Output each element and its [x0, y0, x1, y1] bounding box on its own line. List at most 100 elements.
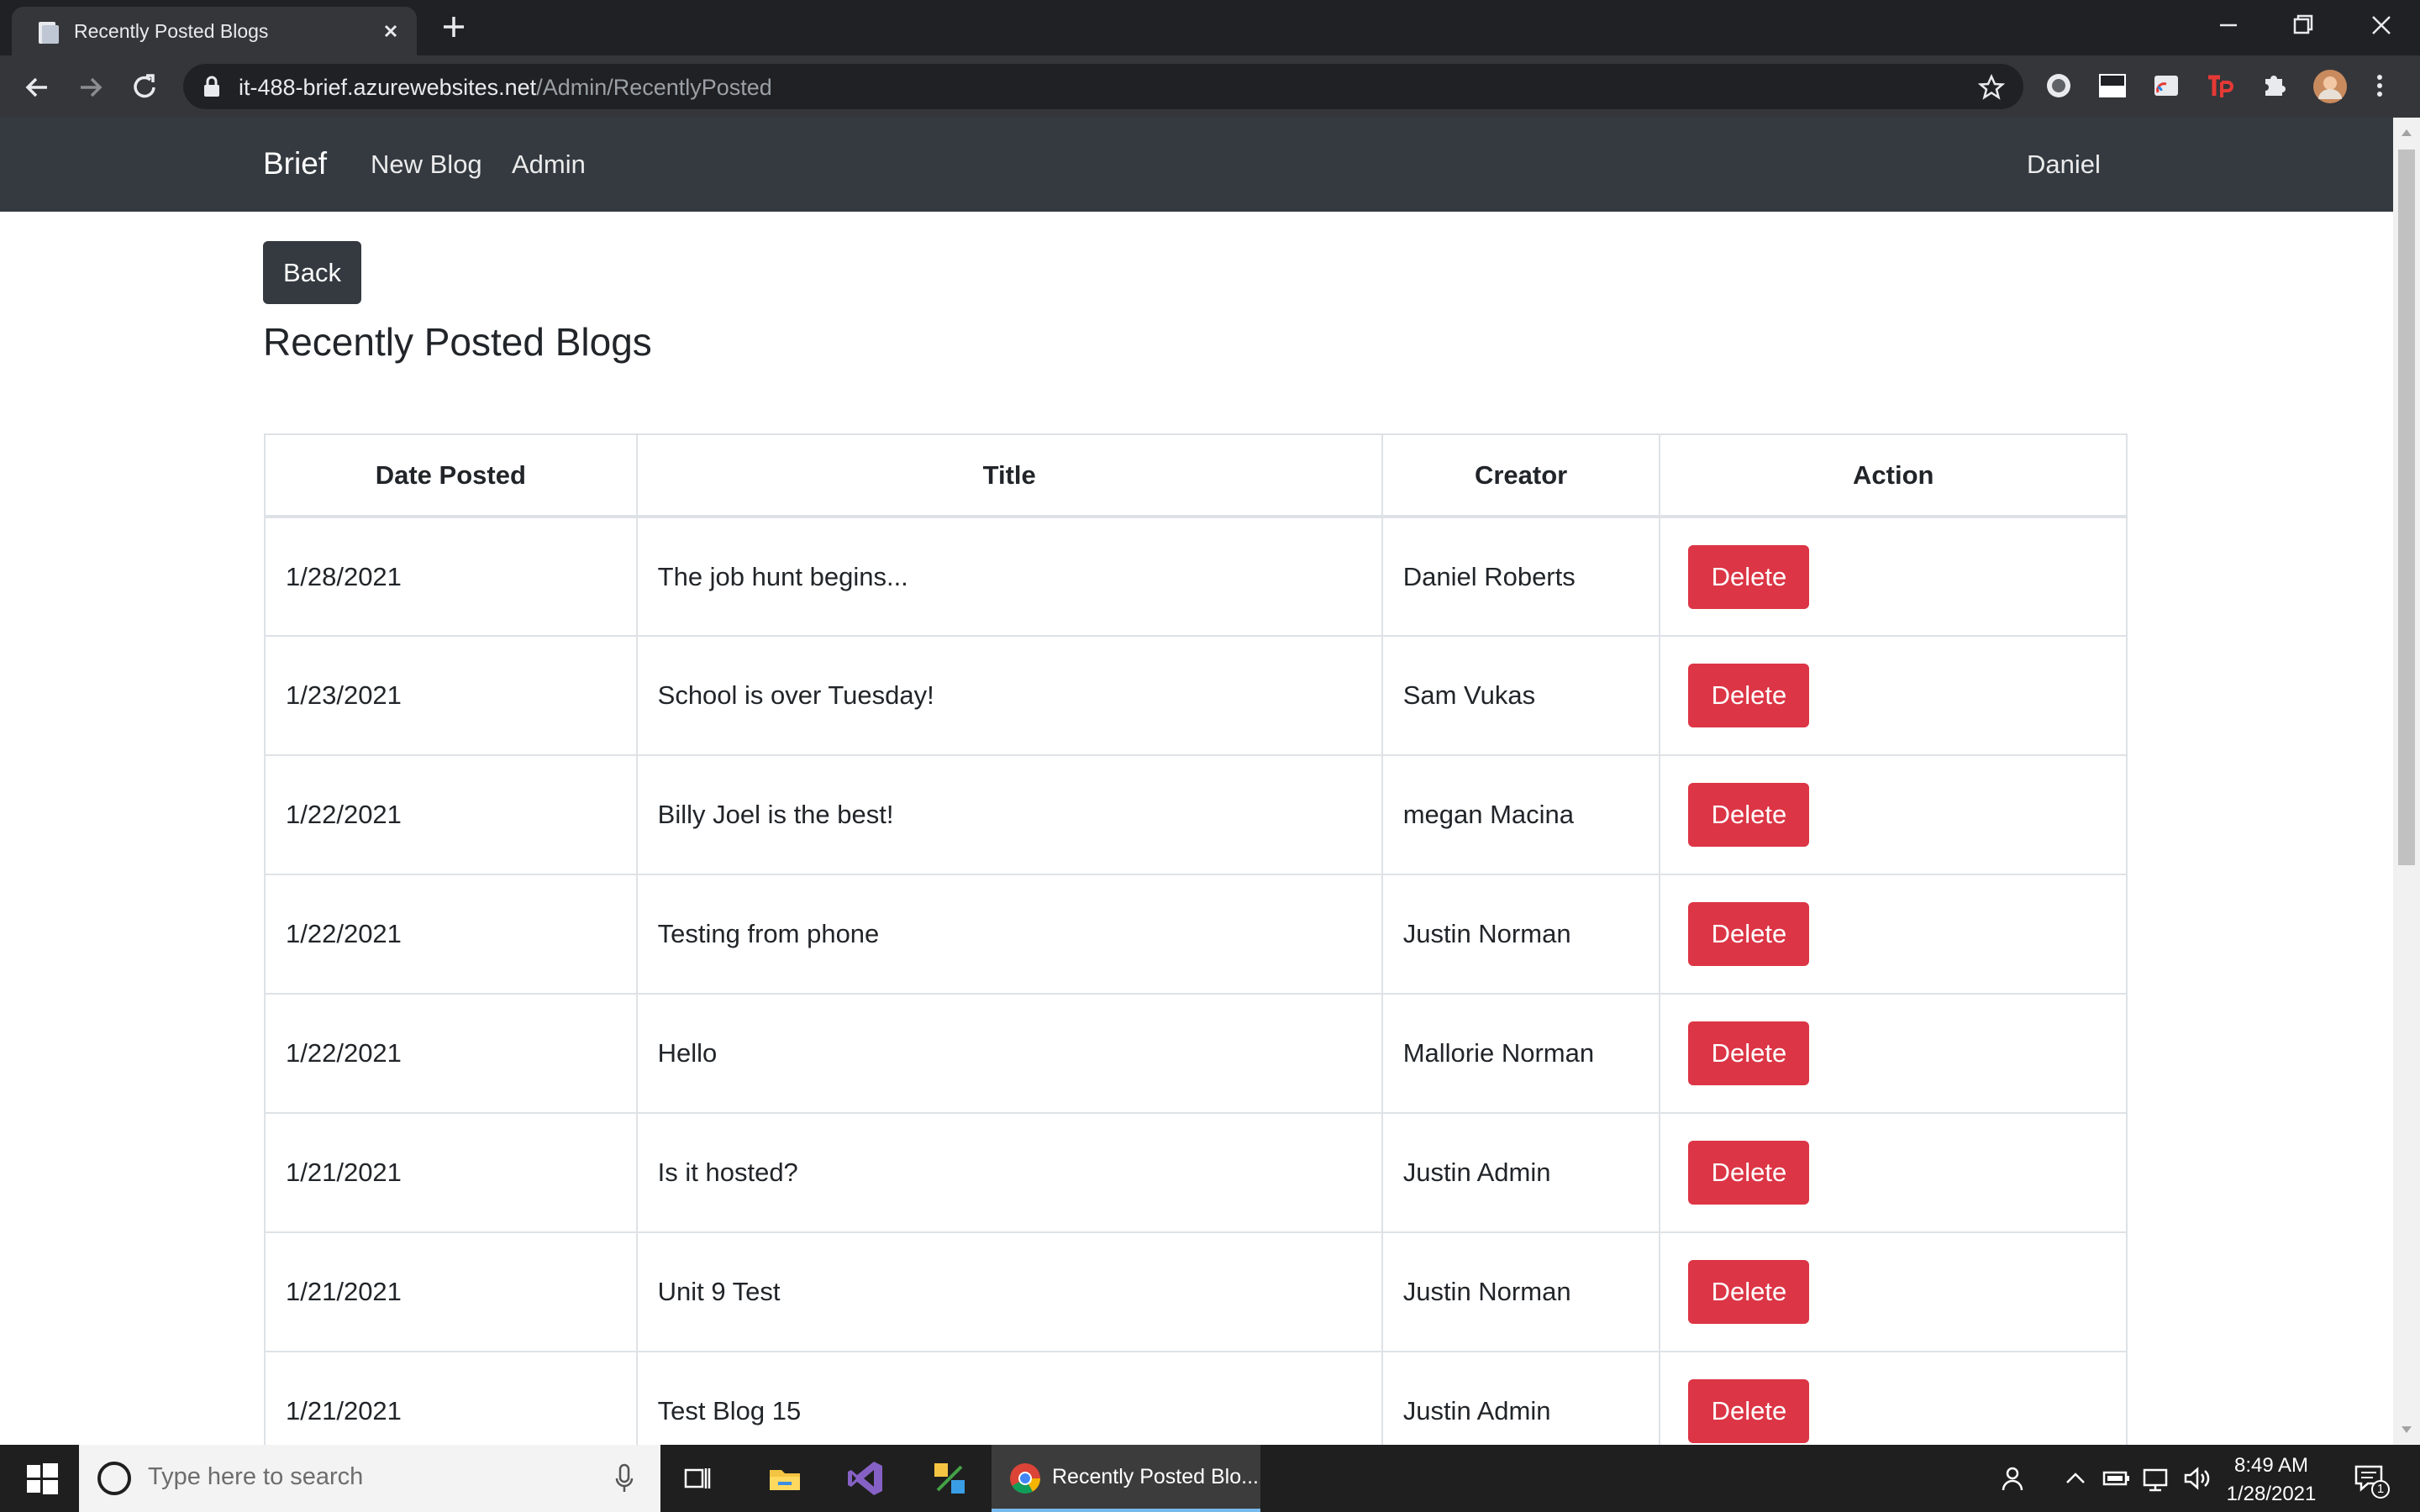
page-title: Recently Posted Blogs [263, 320, 652, 364]
new-tab-icon[interactable] [439, 12, 469, 42]
cell-title: Billy Joel is the best! [635, 754, 1383, 875]
extension-tp-icon[interactable] [2205, 71, 2235, 101]
back-arrow-icon[interactable] [20, 71, 54, 104]
bookmark-star-icon[interactable] [1978, 74, 2005, 101]
header-title: Title [635, 433, 1383, 518]
cell-date: 1/21/2021 [264, 1231, 638, 1352]
volume-icon[interactable] [2181, 1463, 2212, 1494]
cell-action: Delete [1659, 993, 2128, 1114]
restore-icon[interactable] [2282, 8, 2323, 42]
chrome-window-label: Recently Posted Blo... [1052, 1465, 1259, 1488]
extension-fonts-icon[interactable] [2097, 71, 2128, 101]
scroll-down-icon[interactable] [2400, 1425, 2413, 1436]
cell-action: Delete [1659, 1231, 2128, 1352]
cell-date: 1/23/2021 [264, 635, 638, 756]
file-explorer-icon[interactable] [765, 1458, 805, 1499]
cell-action: Delete [1659, 754, 2128, 875]
taskbar-clock[interactable]: 8:49 AM 1/28/2021 [2217, 1452, 2326, 1509]
cell-action: Delete [1659, 635, 2128, 756]
windows-start-icon[interactable] [22, 1458, 62, 1499]
header-action: Action [1659, 433, 2128, 518]
microphone-icon[interactable] [613, 1462, 635, 1495]
cortana-icon [97, 1462, 131, 1495]
notification-count: 1 [2371, 1480, 2390, 1499]
delete-button[interactable]: Delete [1688, 664, 1810, 727]
forward-arrow-icon[interactable] [74, 71, 108, 104]
cell-date: 1/21/2021 [264, 1112, 638, 1233]
cell-title: The job hunt begins... [635, 516, 1383, 637]
url-host: it-488-brief.azurewebsites.net [239, 75, 537, 100]
cell-date: 1/21/2021 [264, 1351, 638, 1445]
cell-creator: Mallorie Norman [1381, 993, 1661, 1114]
extension-cast-icon[interactable] [2151, 71, 2181, 101]
people-icon[interactable] [2000, 1463, 2030, 1494]
minimize-icon[interactable] [2208, 8, 2249, 42]
table-row: 1/21/2021 Test Blog 15 Justin Admin Dele… [264, 1351, 2128, 1445]
cell-date: 1/22/2021 [264, 874, 638, 995]
taskbar-chrome-window[interactable]: Recently Posted Blo... [992, 1445, 1260, 1512]
page-scrollbar[interactable] [2393, 118, 2420, 1445]
brand-link[interactable]: Brief [263, 146, 327, 181]
sql-tool-icon[interactable] [929, 1458, 970, 1499]
site-navbar: Brief New Blog Admin Daniel [0, 118, 2393, 212]
delete-button[interactable]: Delete [1688, 902, 1810, 966]
visual-studio-icon[interactable] [845, 1458, 886, 1499]
cell-title: Testing from phone [635, 874, 1383, 995]
task-view-icon[interactable] [677, 1458, 718, 1499]
table-row: 1/22/2021 Hello Mallorie Norman Delete [264, 993, 2128, 1114]
delete-button[interactable]: Delete [1688, 783, 1810, 847]
windows-taskbar: Type here to search Recently Posted Blo.… [0, 1445, 2420, 1512]
browser-toolbar: it-488-brief.azurewebsites.net/Admin/Rec… [0, 55, 2420, 118]
address-bar[interactable]: it-488-brief.azurewebsites.net/Admin/Rec… [183, 64, 2023, 109]
back-button[interactable]: Back [263, 241, 361, 304]
cell-action: Delete [1659, 1112, 2128, 1233]
close-tab-icon[interactable] [376, 17, 405, 45]
user-name-link[interactable]: Daniel [2027, 150, 2101, 180]
blogs-table: Date Posted Title Creator Action 1/28/20… [264, 433, 2128, 1445]
delete-button[interactable]: Delete [1688, 1141, 1810, 1205]
table-header-row: Date Posted Title Creator Action [264, 433, 2128, 518]
nav-link-new-blog[interactable]: New Blog [371, 150, 482, 180]
reload-icon[interactable] [128, 71, 161, 104]
cell-creator: Justin Admin [1381, 1351, 1661, 1445]
taskbar-search-box[interactable]: Type here to search [79, 1445, 660, 1512]
cell-date: 1/22/2021 [264, 993, 638, 1114]
cell-creator: Daniel Roberts [1381, 516, 1661, 637]
table-row: 1/22/2021 Billy Joel is the best! megan … [264, 754, 2128, 875]
cell-title: Hello [635, 993, 1383, 1114]
cell-creator: Justin Norman [1381, 1231, 1661, 1352]
chevron-up-icon[interactable] [2060, 1463, 2091, 1494]
lock-icon[interactable] [202, 76, 222, 97]
cell-action: Delete [1659, 874, 2128, 995]
scrollbar-thumb[interactable] [2398, 150, 2415, 865]
tab-title: Recently Posted Blogs [74, 20, 269, 42]
table-row: 1/28/2021 The job hunt begins... Daniel … [264, 516, 2128, 637]
browser-menu-icon[interactable] [2371, 71, 2388, 101]
cell-action: Delete [1659, 516, 2128, 637]
delete-button[interactable]: Delete [1688, 1379, 1810, 1443]
profile-avatar-icon[interactable] [2312, 69, 2348, 104]
table-row: 1/21/2021 Is it hosted? Justin Admin Del… [264, 1112, 2128, 1233]
extensions-puzzle-icon[interactable] [2259, 71, 2289, 101]
clock-time: 8:49 AM [2233, 1454, 2309, 1477]
cell-title: Test Blog 15 [635, 1351, 1383, 1445]
network-icon[interactable] [2141, 1463, 2171, 1494]
cell-title: School is over Tuesday! [635, 635, 1383, 756]
delete-button[interactable]: Delete [1688, 1021, 1810, 1085]
cell-action: Delete [1659, 1351, 2128, 1445]
nav-link-admin[interactable]: Admin [512, 150, 586, 180]
search-placeholder: Type here to search [148, 1463, 364, 1490]
browser-tab[interactable]: Recently Posted Blogs [12, 7, 417, 55]
cell-creator: Sam Vukas [1381, 635, 1661, 756]
cell-date: 1/28/2021 [264, 516, 638, 637]
battery-icon[interactable] [2101, 1463, 2131, 1494]
url-path: /Admin/RecentlyPosted [536, 75, 772, 100]
header-date-posted: Date Posted [264, 433, 638, 518]
delete-button[interactable]: Delete [1688, 1260, 1810, 1324]
extension-record-icon[interactable] [2044, 71, 2074, 101]
page-favicon-icon [39, 22, 59, 44]
scroll-up-icon[interactable] [2400, 126, 2413, 138]
close-window-icon[interactable] [2361, 8, 2402, 42]
table-row: 1/21/2021 Unit 9 Test Justin Norman Dele… [264, 1231, 2128, 1352]
delete-button[interactable]: Delete [1688, 544, 1810, 609]
